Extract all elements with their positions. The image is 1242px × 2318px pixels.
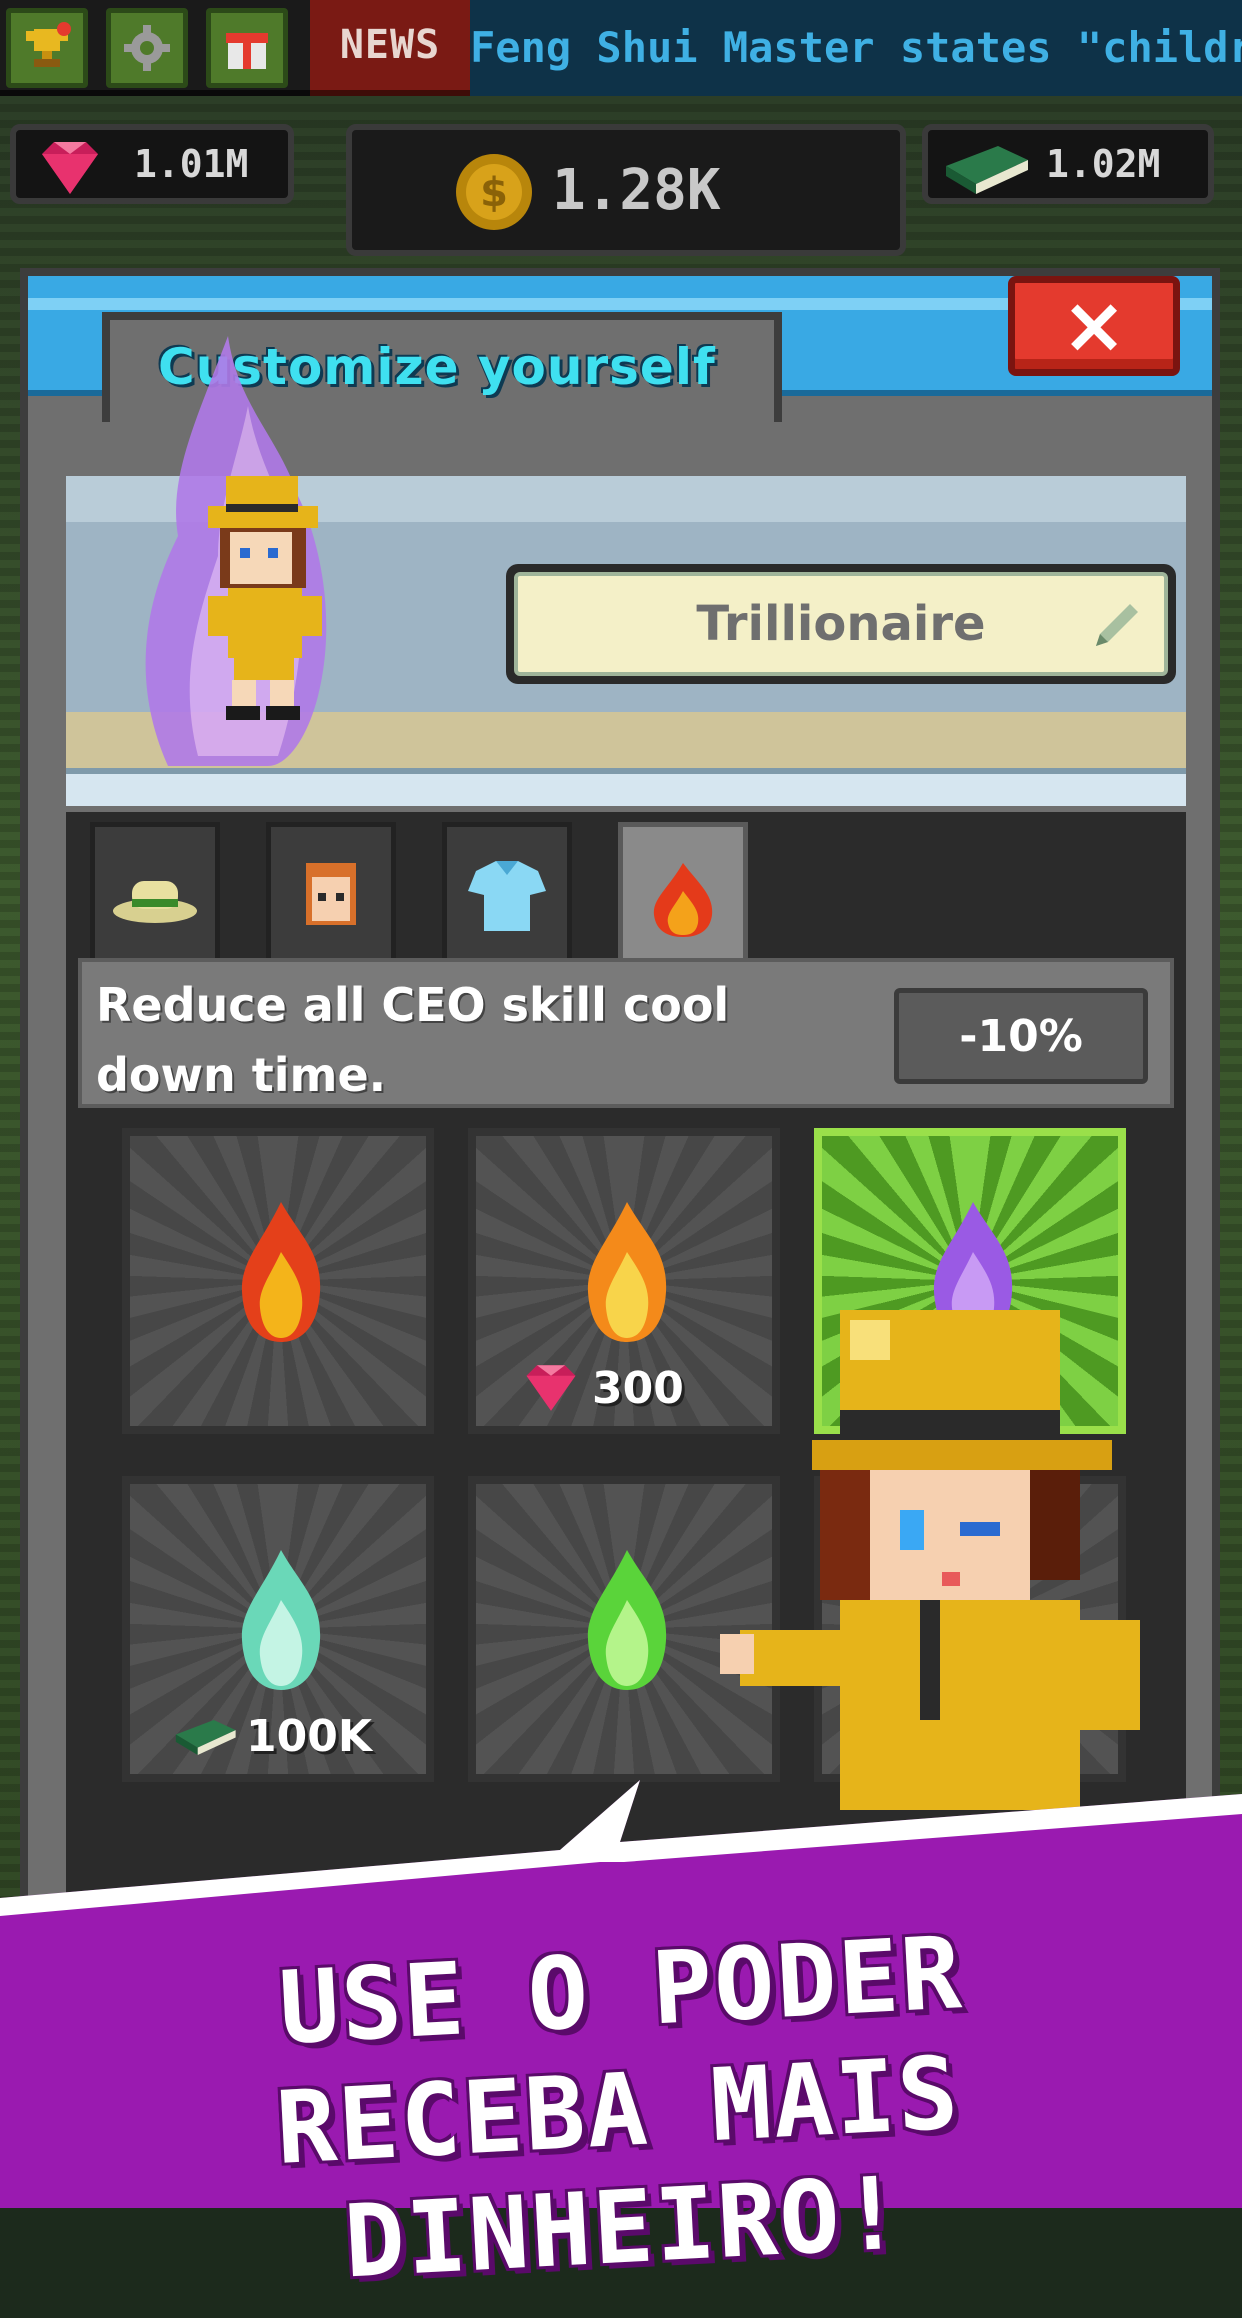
settings-button[interactable] xyxy=(106,8,188,88)
top-bar: NEWS Feng Shui Master states "children xyxy=(0,0,1242,96)
aura-item-1[interactable] xyxy=(122,1128,434,1434)
coin-amount: 1.28K xyxy=(552,158,721,223)
item-price: 100K xyxy=(170,1706,372,1766)
close-icon: × xyxy=(1061,281,1127,371)
item-price-value: 300 xyxy=(592,1362,684,1414)
coin-counter[interactable]: $ 1.28K xyxy=(346,124,906,256)
coin-icon: $ xyxy=(456,154,532,230)
item-price: 300 xyxy=(516,1358,684,1418)
name-value: Trillionaire xyxy=(696,596,986,652)
hat-icon xyxy=(113,880,197,923)
book-amount: 1.02M xyxy=(1046,142,1161,186)
aura-item-4[interactable]: 100K xyxy=(122,1476,434,1782)
character-avatar xyxy=(145,336,327,766)
flame-icon xyxy=(241,1202,321,1342)
book-icon xyxy=(946,146,1028,194)
book-icon xyxy=(175,1719,236,1755)
gift-button[interactable] xyxy=(206,8,288,88)
currency-bar: 1.01M $ 1.28K 1.02M xyxy=(0,110,1242,256)
gem-counter[interactable]: 1.01M xyxy=(10,124,294,204)
flame-icon xyxy=(241,1550,321,1690)
flame-icon xyxy=(653,862,713,937)
skill-description: Reduce all CEO skill cool down time. xyxy=(96,978,730,1102)
skill-description-box: Reduce all CEO skill cool down time. -10… xyxy=(78,958,1174,1108)
news-ticker[interactable]: Feng Shui Master states "children xyxy=(470,0,1242,96)
tab-shirt[interactable] xyxy=(442,822,572,962)
trophy-icon xyxy=(26,22,71,67)
tab-face[interactable] xyxy=(266,822,396,962)
book-counter[interactable]: 1.02M xyxy=(922,124,1214,204)
tab-aura[interactable] xyxy=(618,822,748,970)
news-tag: NEWS xyxy=(310,0,470,96)
close-button[interactable]: × xyxy=(1008,276,1180,376)
pencil-icon[interactable] xyxy=(1086,596,1146,656)
gear-icon xyxy=(124,25,170,71)
trophy-button[interactable] xyxy=(6,8,88,88)
face-icon xyxy=(306,862,356,925)
gem-icon xyxy=(42,142,98,194)
bonus-value: -10% xyxy=(894,988,1148,1084)
mascot-character xyxy=(720,1310,1140,1810)
gem-icon xyxy=(526,1365,576,1411)
item-price-value: 100K xyxy=(246,1710,372,1762)
gift-icon xyxy=(226,33,268,69)
gem-amount: 1.01M xyxy=(134,142,249,186)
shirt-icon xyxy=(468,860,546,931)
svg-text:$: $ xyxy=(480,170,508,216)
name-field[interactable]: Trillionaire xyxy=(506,564,1176,684)
tab-hat[interactable] xyxy=(90,822,220,962)
flame-icon xyxy=(587,1550,667,1690)
flame-icon xyxy=(587,1202,667,1342)
